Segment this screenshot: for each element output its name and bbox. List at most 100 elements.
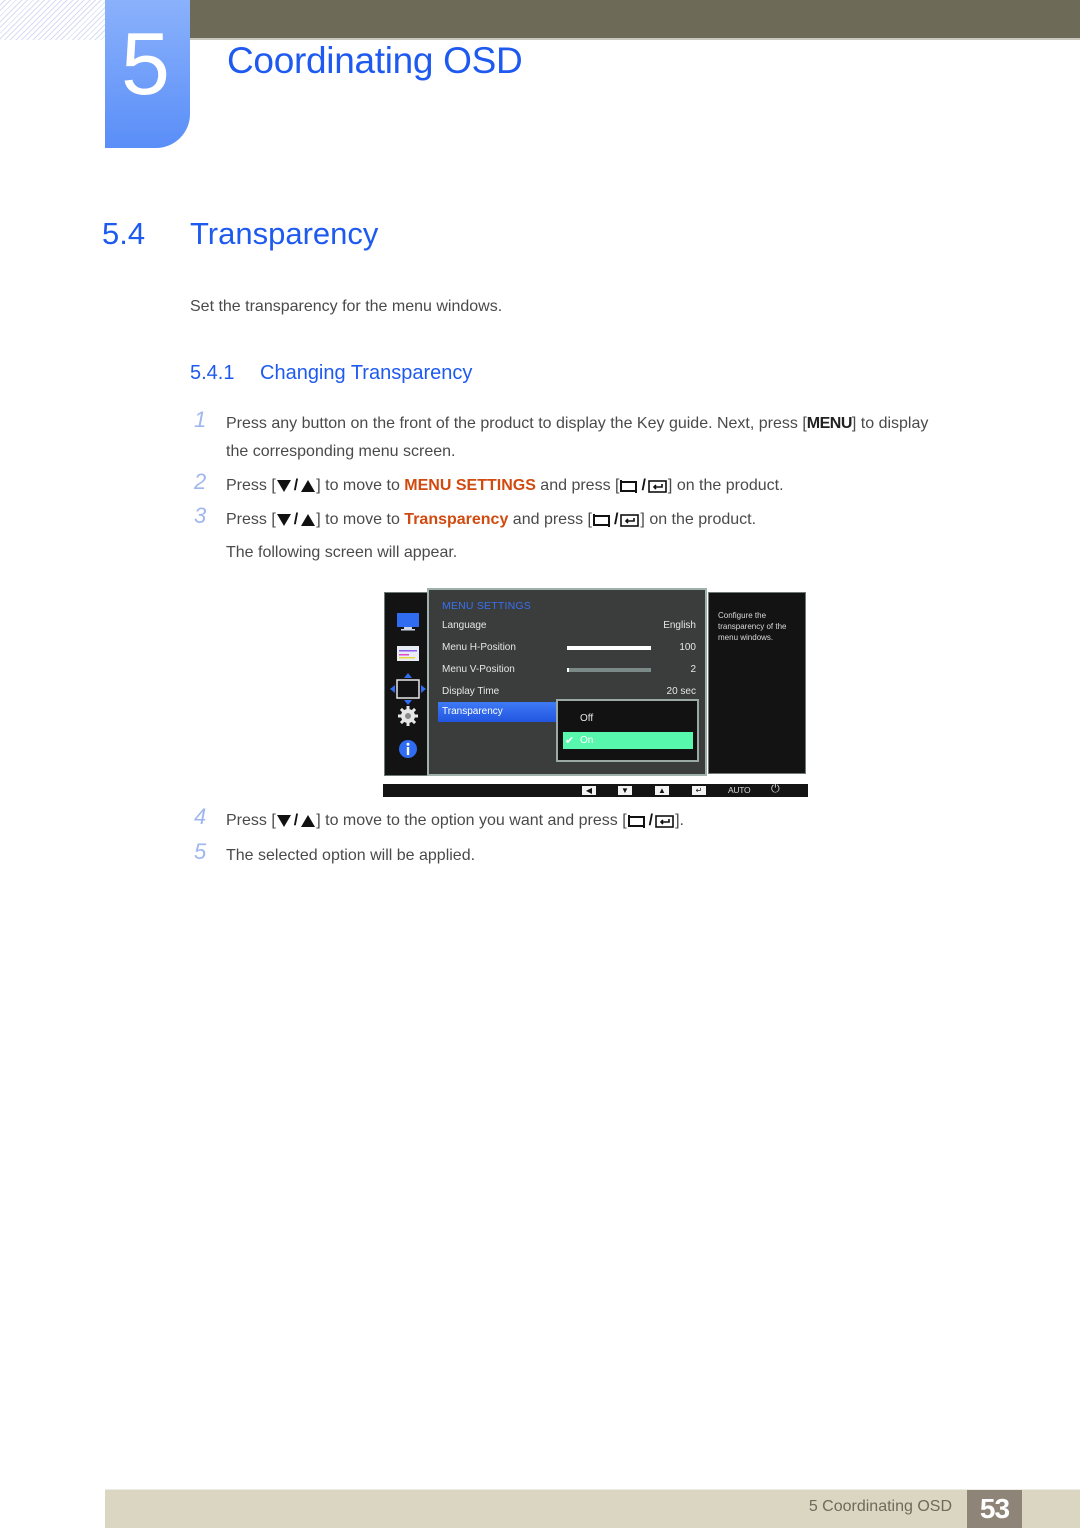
source-icon [620, 479, 638, 493]
source-icon [627, 814, 645, 828]
step-text-part: ] to move to [316, 477, 405, 494]
menu-key-label: MENU [806, 415, 853, 432]
page-footer: 5 Coordinating OSD 53 [105, 1489, 1080, 1528]
osd-row-transparency-selected[interactable]: Transparency [438, 702, 558, 722]
section-number: 5.4 [102, 216, 146, 251]
step-text-part: Press any button on the front of the pro… [226, 415, 807, 432]
enter-icon [620, 513, 640, 527]
step-text-part: and press [ [535, 477, 620, 494]
option-off[interactable]: Off [563, 710, 693, 727]
osd-row-label: Menu H-Position [442, 642, 516, 653]
subsection-heading: 5.4.1 Changing Transparency [190, 362, 472, 385]
info-icon [399, 740, 417, 758]
chapter-number-tab: 5 [105, 0, 190, 148]
down-arrow-icon [276, 513, 291, 526]
down-arrow-icon [276, 479, 291, 492]
step-number: 4 [194, 804, 207, 829]
osd-row-value: 2 [690, 664, 696, 675]
step-text-part: Press [ [226, 477, 276, 494]
menu-settings-highlight: MENU SETTINGS [404, 477, 536, 494]
step-text-part: ] to move to [316, 511, 405, 528]
step-text-part: Press [ [226, 812, 276, 829]
step-text: Press [ / ] to move to Transparency and pr… [226, 506, 756, 534]
slash-separator: / [613, 511, 619, 528]
transparency-options-popup: Off ✔ On [556, 699, 699, 762]
enter-icon [648, 479, 667, 493]
osd-row-language[interactable]: Language English [442, 616, 696, 636]
v-position-slider[interactable] [567, 668, 651, 672]
step-number: 1 [194, 407, 207, 432]
chapter-number: 5 [121, 14, 170, 113]
checkmark-icon: ✔ [565, 735, 575, 747]
osd-sidebar [384, 592, 431, 776]
step-text: Press any button on the front of the pro… [226, 410, 928, 438]
step-text-part: and press [ [508, 511, 592, 528]
osd-selected-label: Transparency [442, 706, 503, 717]
settings-gear-icon [398, 706, 418, 726]
slash-separator: / [293, 812, 299, 829]
transparency-highlight: Transparency [404, 511, 509, 528]
step-text: Press [ / ] to move to MENU SETTINGS and p… [226, 472, 784, 500]
enter-key-icon[interactable]: ↵ [692, 786, 706, 795]
down-arrow-key-icon[interactable]: ▼ [618, 786, 632, 795]
footer-chapter-label: 5 Coordinating OSD [808, 1498, 952, 1515]
slider-fill [567, 646, 651, 650]
osd-row-menu-v-position[interactable]: Menu V-Position 2 [442, 660, 696, 680]
power-icon[interactable]: ⏻ [771, 783, 780, 796]
step-text-line2: The following screen will appear. [226, 544, 458, 561]
osd-row-value: 20 sec [666, 686, 696, 697]
up-arrow-icon [301, 814, 316, 827]
osd-row-menu-h-position[interactable]: Menu H-Position 100 [442, 638, 696, 658]
header-top-bar [190, 0, 1080, 38]
option-label: On [580, 735, 594, 746]
subsection-title: Changing Transparency [260, 362, 473, 384]
step-number: 2 [194, 469, 207, 494]
step-number: 5 [194, 839, 207, 864]
option-on[interactable]: ✔ On [563, 732, 693, 749]
source-icon [592, 513, 610, 527]
osd-row-label: Display Time [442, 686, 500, 697]
color-adjust-icon [397, 646, 419, 661]
chapter-title: Coordinating OSD [227, 40, 523, 81]
auto-key-label[interactable]: AUTO [728, 785, 751, 795]
section-intro: Set the transparency for the menu window… [190, 298, 503, 315]
enter-icon [655, 814, 674, 828]
step-text-part: ] to move to the option you want and pre… [316, 812, 627, 829]
step-text-part: ] to display [851, 415, 929, 432]
osd-help-panel: Configure the transparency of the menu w… [708, 592, 806, 774]
slash-separator: / [293, 511, 299, 528]
step-text-line2: the corresponding menu screen. [226, 443, 456, 460]
slash-separator: / [293, 477, 299, 494]
step-text-part: ]. [675, 812, 684, 829]
monitor-icon [397, 613, 419, 631]
step-text-part: ] on the product. [640, 511, 757, 528]
up-arrow-icon [301, 513, 316, 526]
up-arrow-key-icon[interactable]: ▲ [655, 786, 669, 795]
osd-row-value: 100 [679, 642, 696, 653]
position-arrows-icon [390, 673, 426, 705]
h-position-slider[interactable] [567, 646, 651, 650]
step-text-part: Press [ [226, 511, 276, 528]
osd-heading: MENU SETTINGS [442, 600, 531, 612]
step-number: 3 [194, 503, 207, 528]
step-text: The selected option will be applied. [226, 847, 476, 864]
osd-row-label: Menu V-Position [442, 664, 515, 675]
osd-row-label: Language [442, 620, 487, 631]
up-arrow-icon [301, 479, 316, 492]
osd-key-guide-bar: ◀ ▼ ▲ ↵ AUTO ⏻ [383, 783, 808, 797]
down-arrow-icon [276, 814, 291, 827]
left-arrow-key-icon[interactable]: ◀ [582, 786, 596, 795]
slash-separator: / [641, 477, 646, 494]
step-text-part: ] on the product. [667, 477, 784, 494]
osd-menu-screenshot: MENU SETTINGS Language English Menu H-Po… [383, 588, 808, 798]
header-hatch-decoration [0, 0, 105, 40]
step-text: Press [ / ] to move to the option you want… [226, 807, 684, 835]
section-heading: 5.4 Transparency [102, 216, 378, 252]
subsection-number: 5.4.1 [190, 362, 235, 384]
osd-row-value: English [663, 620, 696, 631]
page-number: 53 [967, 1490, 1022, 1528]
section-title: Transparency [190, 216, 379, 251]
option-label: Off [580, 713, 594, 724]
slash-separator: / [648, 812, 654, 829]
slider-fill [567, 668, 569, 672]
